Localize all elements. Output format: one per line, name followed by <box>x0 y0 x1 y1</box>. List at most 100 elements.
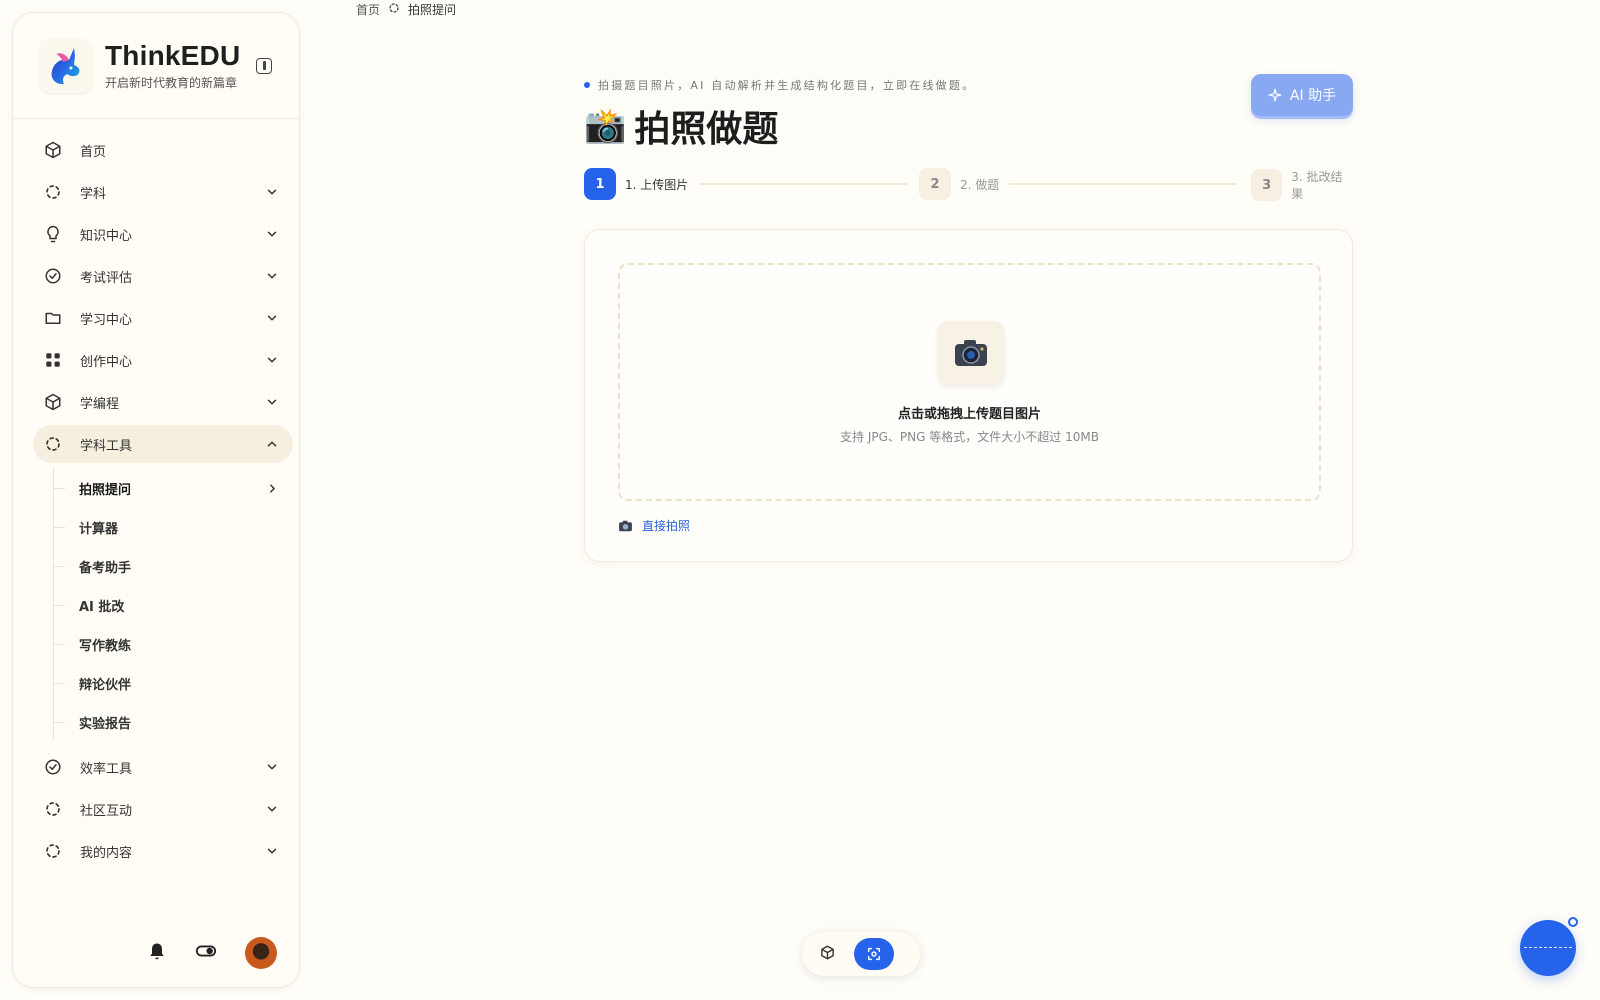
brand-header: ThinkEDU 开启新时代教育的新篇章 <box>13 13 299 119</box>
notification-dot <box>1568 917 1578 927</box>
sub-item-label: 计算器 <box>79 522 119 537</box>
sidebar-item-creation[interactable]: 创作中心 <box>33 341 293 379</box>
upload-dropzone[interactable]: 点击或拖拽上传题目图片 支持 JPG、PNG 等格式，文件大小不超过 10MB <box>618 263 1321 501</box>
chevron-down-icon <box>267 273 277 279</box>
chevron-down-icon <box>267 231 277 237</box>
dots-circle-icon <box>43 182 63 202</box>
sub-item-exam-assistant[interactable]: 备考助手 <box>53 547 293 586</box>
step-number: 1 <box>584 168 616 200</box>
step-number: 3 <box>1251 169 1283 201</box>
camera-icon <box>938 321 1004 385</box>
floating-chat-button[interactable] <box>1520 920 1576 976</box>
sidebar-item-exams[interactable]: 考试评估 <box>33 257 293 295</box>
chevron-down-icon <box>267 848 277 854</box>
step-answer: 2 2. 做题 <box>919 168 999 200</box>
ai-assistant-button[interactable]: AI 助手 <box>1251 74 1353 116</box>
scan-button[interactable] <box>854 938 894 970</box>
cube-icon <box>43 392 63 412</box>
cube-icon[interactable] <box>820 945 835 964</box>
sidebar: ThinkEDU 开启新时代教育的新篇章 首页 学科 知识中心 考试评估 学习中… <box>12 12 300 988</box>
sidebar-item-label: 效率工具 <box>80 761 133 777</box>
chevron-right-icon <box>270 484 275 493</box>
sidebar-collapse-icon[interactable] <box>256 58 272 74</box>
step-label: 3. 批改结果 <box>1291 170 1343 201</box>
sidebar-item-label: 我的内容 <box>80 845 133 861</box>
intro-text: 拍摄题目照片，AI 自动解析并生成结构化题目，立即在线做题。 <box>598 79 976 92</box>
chevron-down-icon <box>267 315 277 321</box>
page-intro: 拍摄题目照片，AI 自动解析并生成结构化题目，立即在线做题。 <box>584 77 975 93</box>
chevron-down-icon <box>267 357 277 363</box>
breadcrumb-home[interactable]: 首页 <box>356 1 380 18</box>
unicorn-logo-icon <box>39 38 93 93</box>
chevron-down-icon <box>267 764 277 770</box>
sub-item-label: 拍照提问 <box>79 483 132 498</box>
sidebar-item-label: 学编程 <box>80 396 120 412</box>
sidebar-footer <box>147 937 277 969</box>
grid-icon <box>43 350 63 370</box>
sidebar-item-label: 社区互动 <box>80 803 133 819</box>
sidebar-item-label: 学科 <box>80 186 107 202</box>
check-circle-icon <box>43 757 63 777</box>
step-connector <box>700 183 907 185</box>
sidebar-item-label: 创作中心 <box>80 354 133 370</box>
bell-icon[interactable] <box>147 941 167 965</box>
take-photo-label: 直接拍照 <box>642 519 691 533</box>
sidebar-item-learning[interactable]: 学习中心 <box>33 299 293 337</box>
sidebar-item-knowledge[interactable]: 知识中心 <box>33 215 293 253</box>
sidebar-item-subject-tools[interactable]: 学科工具 <box>33 425 293 463</box>
sidebar-item-home[interactable]: 首页 <box>33 131 293 169</box>
folder-icon <box>43 308 63 328</box>
sidebar-item-label: 学习中心 <box>80 312 133 328</box>
chevron-down-icon <box>267 189 277 195</box>
step-number: 2 <box>919 168 951 200</box>
page-title: 📸 拍照做题 <box>584 100 778 152</box>
ai-assistant-label: AI 助手 <box>1289 88 1337 104</box>
step-connector <box>1009 183 1237 185</box>
step-label: 1. 上传图片 <box>625 177 689 192</box>
camera-flash-icon: 📸 <box>584 106 627 146</box>
bottom-toolbar <box>802 932 920 976</box>
sub-item-label: AI 批改 <box>79 600 125 615</box>
intro-dot <box>584 82 590 88</box>
sidebar-item-label: 首页 <box>80 144 107 160</box>
sub-item-label: 写作教练 <box>79 639 132 654</box>
cube-icon <box>43 140 63 160</box>
sidebar-item-productivity[interactable]: 效率工具 <box>33 748 293 786</box>
sparkle-icon <box>1268 88 1282 102</box>
take-photo-link[interactable]: 直接拍照 <box>618 517 690 534</box>
step-indicator: 1 1. 上传图片 2 2. 做题 3 3. 批改结果 <box>584 168 1353 202</box>
sub-item-photo-question[interactable]: 拍照提问 <box>53 469 293 508</box>
breadcrumb: 首页 拍照提问 <box>356 1 456 18</box>
brand-name: ThinkEDU <box>105 40 241 71</box>
dots-circle-icon <box>388 2 400 17</box>
dropzone-title: 点击或拖拽上传题目图片 <box>897 407 1041 422</box>
sidebar-item-coding[interactable]: 学编程 <box>33 383 293 421</box>
breadcrumb-current: 拍照提问 <box>408 3 457 17</box>
sub-item-label: 实验报告 <box>79 717 132 732</box>
lightbulb-icon <box>43 224 63 244</box>
chevron-up-icon <box>267 441 277 447</box>
sidebar-nav: 首页 学科 知识中心 考试评估 学习中心 创作中心 学编程 学科工具 拍照提问 … <box>33 131 293 874</box>
sub-item-debate-partner[interactable]: 辩论伙伴 <box>53 664 293 703</box>
dots-circle-icon <box>43 434 63 454</box>
upload-card: 点击或拖拽上传题目图片 支持 JPG、PNG 等格式，文件大小不超过 10MB … <box>584 229 1353 562</box>
sub-item-writing-coach[interactable]: 写作教练 <box>53 625 293 664</box>
subject-tools-submenu: 拍照提问 计算器 备考助手 AI 批改 写作教练 辩论伙伴 实验报告 <box>53 467 293 742</box>
sidebar-item-community[interactable]: 社区互动 <box>33 790 293 828</box>
sidebar-item-my-content[interactable]: 我的内容 <box>33 832 293 870</box>
toggle-icon[interactable] <box>195 943 217 963</box>
sub-item-ai-grading[interactable]: AI 批改 <box>53 586 293 625</box>
avatar[interactable] <box>245 937 277 969</box>
sub-item-label: 辩论伙伴 <box>79 678 132 693</box>
chevron-down-icon <box>267 399 277 405</box>
check-circle-icon <box>43 266 63 286</box>
dropzone-hint: 支持 JPG、PNG 等格式，文件大小不超过 10MB <box>840 430 1099 444</box>
brand-subtitle: 开启新时代教育的新篇章 <box>105 76 238 90</box>
sidebar-item-subjects[interactable]: 学科 <box>33 173 293 211</box>
step-label: 2. 做题 <box>960 177 1000 192</box>
step-result: 3 3. 批改结果 <box>1251 168 1353 202</box>
sub-item-lab-report[interactable]: 实验报告 <box>53 703 293 742</box>
sub-item-label: 备考助手 <box>79 561 132 576</box>
sub-item-calculator[interactable]: 计算器 <box>53 508 293 547</box>
chevron-down-icon <box>267 806 277 812</box>
